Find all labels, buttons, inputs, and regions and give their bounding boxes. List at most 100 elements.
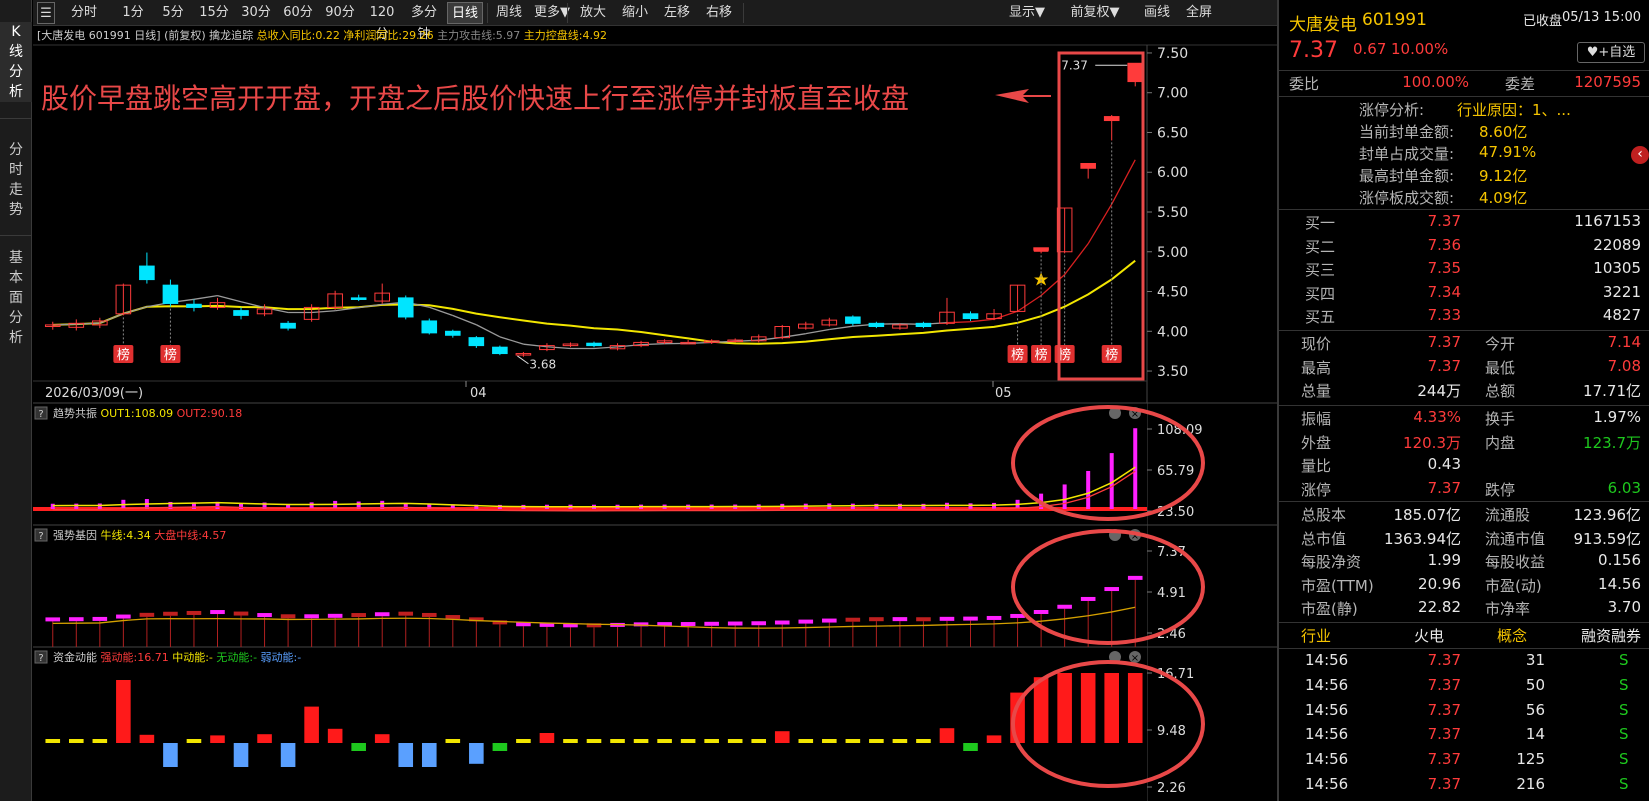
quote-row: 行业 火电 概念 融资融券: [1279, 625, 1649, 648]
toolbar-right-button-3[interactable]: 全屏: [1179, 2, 1219, 24]
limit-info-value: 4.09亿: [1479, 189, 1528, 207]
period-button-5[interactable]: 60分: [280, 2, 316, 24]
stats2-label: 振幅: [1301, 410, 1332, 428]
ma-line-short: [805, 328, 830, 335]
period-button-15[interactable]: 右移: [701, 2, 737, 24]
trend-bar: [50, 503, 55, 509]
stats1-label: 现价: [1301, 335, 1332, 353]
quote-row: 当前封单金额: 8.60亿: [1279, 121, 1649, 144]
period-button-1[interactable]: 1分: [116, 2, 150, 24]
period-button-4[interactable]: 30分: [238, 2, 274, 24]
toolbar-right-button-2[interactable]: 画线: [1139, 2, 1175, 24]
quote-row: 总股本 185.07亿 流通股 123.96亿: [1279, 504, 1649, 527]
price-pct: 10.00%: [1391, 40, 1449, 58]
trend-bar: [74, 503, 79, 509]
price-axis-label: 5.00: [1157, 245, 1188, 261]
gene-bar: [704, 621, 719, 626]
ma-line-short: [993, 310, 1018, 320]
momentum-bar: [704, 739, 719, 743]
ma-line-short: [593, 346, 618, 350]
period-button-11[interactable]: 更多▼: [533, 2, 571, 24]
period-button-13[interactable]: 缩小: [617, 2, 653, 24]
stock-name: 大唐发电: [1289, 15, 1357, 35]
gene-bar: [869, 617, 884, 622]
momentum-bar: [469, 743, 484, 764]
tick-side: S: [1619, 750, 1629, 769]
stats2-value: 4.33%: [1413, 408, 1461, 426]
quote-row: 买五 7.33 4827: [1279, 306, 1649, 329]
divider: [1279, 96, 1649, 97]
ma-line-short: [641, 343, 665, 346]
kline-chart-area[interactable]: [大唐发电 601991 日线] (前复权) 擒龙追踪 总收入同比:0.22 净…: [33, 27, 1277, 801]
candle-body: [492, 346, 508, 355]
quote-panel: 大唐发电 601991 已收盘 05/13 15:00 7.37 0.67 10.00% ♥+…: [1277, 0, 1649, 801]
period-button-12[interactable]: 放大: [575, 2, 611, 24]
left-tab-3[interactable]: 基本面分析: [0, 248, 32, 348]
gene-bar: [1033, 610, 1049, 614]
menu-icon[interactable]: ☰: [37, 2, 55, 24]
current-price: 7.37: [1289, 38, 1338, 63]
period-button-6[interactable]: 90分: [322, 2, 358, 24]
bid-label: 买二: [1305, 237, 1336, 256]
price-axis-label: 4.50: [1157, 285, 1188, 301]
quote-row: 封单占成交量: 47.91%: [1279, 143, 1649, 166]
stats2-label2: 内盘: [1485, 433, 1516, 452]
candle-body: [421, 320, 438, 334]
quote-row: 14:56 7.37 14 S: [1279, 725, 1649, 748]
candle-body: [845, 316, 861, 324]
quote-row: 涨停板成交额: 4.09亿: [1279, 187, 1649, 210]
gene-bar: [92, 616, 108, 621]
add-watchlist-button[interactable]: ♥+自选: [1577, 42, 1645, 63]
momentum-bar: [445, 739, 461, 743]
stats2-label2: 跌停: [1485, 480, 1516, 499]
limit-info-label: 当前封单金额:: [1359, 123, 1455, 141]
toolbar-right-button-1[interactable]: 前复权▼: [1059, 2, 1131, 24]
momentum-bar: [280, 743, 296, 767]
momentum-bar: [986, 735, 1002, 743]
limit-info-value: 行业原因：1、...: [1457, 101, 1571, 119]
left-tab-1[interactable]: K线分析: [0, 22, 32, 102]
bid-volume: 4827: [1602, 306, 1641, 324]
momentum-bar: [774, 731, 790, 743]
trend-bar: [992, 502, 997, 509]
period-button-14[interactable]: 左移: [659, 2, 695, 24]
bid-label: 买三: [1305, 261, 1336, 279]
quote-row: 总量 244万 总额 17.71亿: [1279, 380, 1649, 403]
limit-info-label: 涨停分析:: [1359, 101, 1425, 119]
gene-bar: [116, 614, 131, 619]
rank-badge-label: 榜: [164, 347, 177, 363]
momentum-bar: [516, 739, 531, 743]
period-button-0[interactable]: 分时: [61, 2, 107, 24]
candle-body: [139, 265, 155, 281]
ma-line-short: [946, 321, 971, 324]
rank-badge-label: 榜: [1105, 347, 1118, 363]
toolbar-right-button-0[interactable]: 显示▼: [1000, 2, 1054, 24]
quote-time: 05/13 15:00: [1561, 10, 1641, 25]
period-button-10[interactable]: 周线: [491, 2, 527, 24]
candle-body: [868, 322, 885, 328]
quote-row: 14:56 7.37 216 S: [1279, 775, 1649, 798]
gene-bar: [892, 617, 908, 622]
momentum-bar: [1057, 673, 1072, 743]
period-button-7[interactable]: 120分: [364, 2, 400, 42]
left-tab-2[interactable]: 分时走势: [0, 140, 32, 220]
stats3-label: 每股净资: [1301, 553, 1362, 571]
period-button-8[interactable]: 多分钟: [405, 2, 443, 42]
tick-price: 7.37: [1427, 675, 1461, 694]
stats3-label: 总股本: [1301, 506, 1347, 524]
gene-bar: [327, 613, 343, 618]
momentum-bar: [727, 739, 743, 743]
main-title: [大唐发电 601991 日线] (前复权) 擒龙追踪 总收入同比:0.22 净…: [37, 28, 607, 42]
momentum-bar: [327, 728, 343, 743]
low-price-label: 3.68: [529, 358, 556, 372]
period-button-9[interactable]: 日线: [447, 2, 483, 24]
panel2-legend: 强势基因 牛线:4.34 大盘中线:4.57: [53, 528, 226, 542]
gene-bar: [680, 622, 696, 627]
period-button-3[interactable]: 15分: [196, 2, 232, 24]
period-button-2[interactable]: 5分: [156, 2, 190, 24]
collapse-arrow-icon[interactable]: ‹: [1631, 146, 1649, 164]
stats2-value2: 6.03: [1607, 478, 1641, 497]
quote-row: 大唐发电 601991 已收盘 05/13 15:00: [1279, 10, 1649, 35]
weicha-label: 委差: [1505, 75, 1536, 93]
quote-row: 外盘 120.3万 内盘 123.7万: [1279, 432, 1649, 455]
